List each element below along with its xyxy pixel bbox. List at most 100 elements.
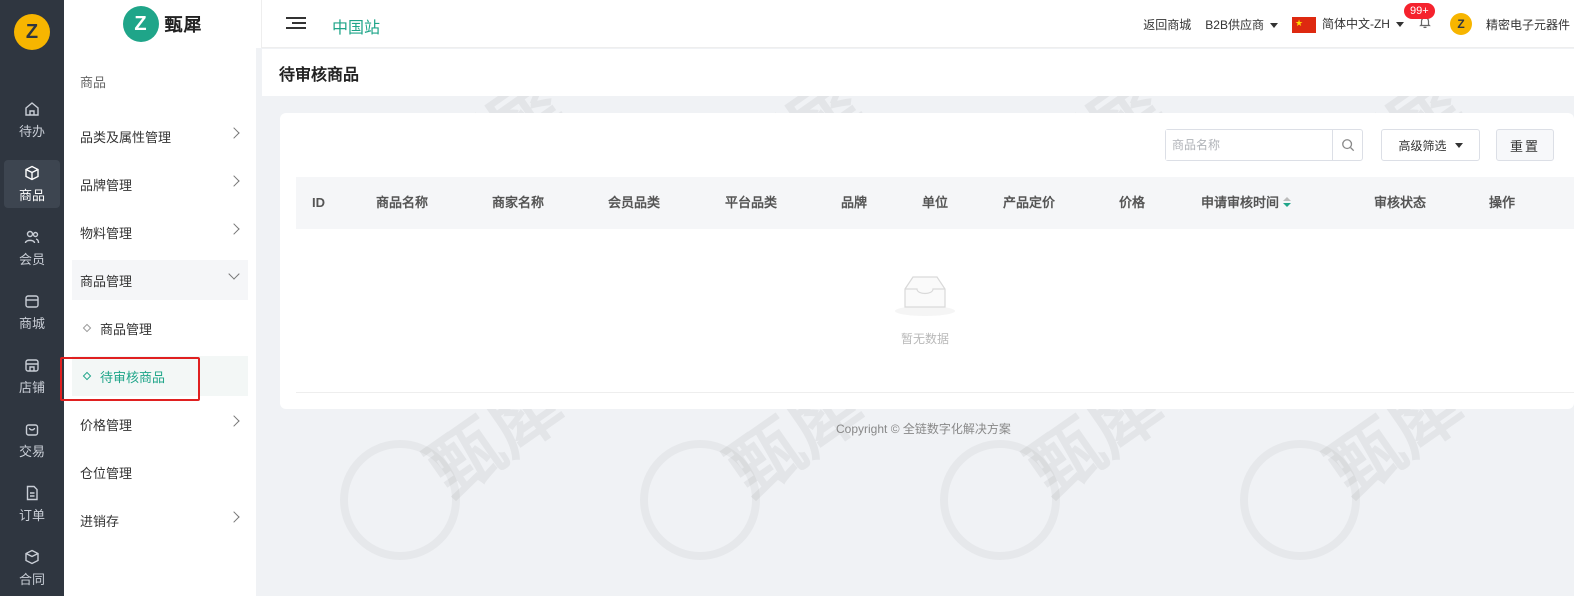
- column-header-apply-time[interactable]: 申请审核时间: [1201, 177, 1292, 229]
- brand-name: 甄犀: [164, 15, 203, 35]
- site-name[interactable]: 中国站: [332, 14, 380, 38]
- menu-item-label: 商品管理: [80, 273, 133, 289]
- role-selector[interactable]: B2B供应商: [1205, 16, 1278, 33]
- submenu-item-goods-management[interactable]: 商品管理: [72, 308, 248, 348]
- page-title: 待审核商品: [262, 49, 1574, 96]
- rail-item-label: 待办: [18, 123, 45, 139]
- advanced-filter-button[interactable]: 高级筛选: [1381, 129, 1480, 161]
- column-header-list-price: 产品定价: [1003, 195, 1056, 210]
- column-header-id: ID: [312, 195, 325, 210]
- app-logo[interactable]: Z: [14, 14, 50, 50]
- language-label: 简体中文-ZH: [1321, 17, 1390, 32]
- sort-icon: [1283, 196, 1292, 209]
- table-divider: [296, 392, 1574, 393]
- contract-icon: [25, 549, 39, 564]
- menu-item-inventory[interactable]: 进销存: [72, 500, 248, 540]
- china-flag-icon: [1291, 16, 1316, 33]
- rail-item-shop[interactable]: 店铺: [4, 352, 60, 400]
- language-selector[interactable]: 简体中文-ZH: [1291, 15, 1404, 33]
- search-input[interactable]: [1166, 130, 1332, 160]
- menu-item-material[interactable]: 物料管理: [72, 212, 248, 252]
- users-icon: [24, 230, 40, 243]
- rail-item-label: 合同: [18, 571, 45, 587]
- empty-text: 暂无数据: [900, 332, 949, 346]
- search-button[interactable]: [1332, 130, 1362, 160]
- menu-item-label: 价格管理: [80, 417, 133, 433]
- cube-icon: [25, 165, 39, 180]
- empty-state: 暂无数据: [880, 273, 970, 347]
- rail-item-todo[interactable]: 待办: [4, 96, 60, 144]
- secondary-menu: 商品 品类及属性管理 品牌管理 物料管理 商品管理 商品管理 待审核商品 价格管…: [64, 48, 262, 596]
- column-header-brand: 品牌: [841, 195, 868, 210]
- column-header-actions: 操作: [1489, 195, 1516, 210]
- rail-item-goods[interactable]: 商品: [4, 160, 60, 208]
- menu-toggle-icon[interactable]: [286, 14, 306, 34]
- caret-down-icon: [1454, 142, 1463, 148]
- notification-button[interactable]: 99+: [1403, 3, 1436, 33]
- shop-icon: [25, 358, 39, 372]
- chevron-right-icon: [228, 127, 240, 139]
- brand-logo[interactable]: Z: [122, 6, 159, 42]
- menu-item-label: 物料管理: [80, 225, 133, 241]
- watermark-circle: [340, 440, 460, 560]
- menu-item-label: 品牌管理: [80, 177, 133, 193]
- top-header: 中国站 返回商城 B2B供应商 简体中文-ZH 99+ Z 精密电子元器件: [262, 0, 1574, 48]
- bag-icon: [25, 423, 39, 436]
- submenu-item-label: 商品管理: [100, 321, 153, 337]
- column-header-unit: 单位: [922, 195, 949, 210]
- rail-item-label: 商品: [18, 187, 45, 203]
- rail-item-contracts[interactable]: 合同: [4, 544, 60, 592]
- column-header-review-status: 审核状态: [1374, 195, 1427, 210]
- caret-down-icon: [1395, 22, 1404, 28]
- rail-item-label: 订单: [18, 507, 45, 523]
- rail-item-label: 商城: [18, 315, 45, 331]
- user-name[interactable]: 精密电子元器件: [1486, 16, 1570, 33]
- caret-down-icon: [1269, 22, 1278, 28]
- watermark-circle: [640, 440, 760, 560]
- menu-item-price[interactable]: 价格管理: [72, 404, 248, 444]
- empty-inbox-icon: [895, 276, 955, 316]
- watermark-circle: [940, 440, 1060, 560]
- submenu-item-pending-review[interactable]: 待审核商品: [72, 356, 248, 396]
- chevron-right-icon: [228, 175, 240, 187]
- menu-item-warehouse[interactable]: 仓位管理: [72, 452, 248, 492]
- back-to-mall-link[interactable]: 返回商城: [1143, 16, 1191, 33]
- menu-item-label: 品类及属性管理: [80, 129, 172, 145]
- menu-item-goods-management[interactable]: 商品管理: [72, 260, 248, 300]
- chevron-right-icon: [228, 511, 240, 523]
- chevron-right-icon: [228, 223, 240, 235]
- brand-header: Z 甄犀: [64, 0, 262, 48]
- column-header-platform-category: 平台品类: [725, 195, 778, 210]
- rail-item-mall[interactable]: 商城: [4, 288, 60, 336]
- menu-item-brand[interactable]: 品牌管理: [72, 164, 248, 204]
- search-icon: [1341, 139, 1354, 152]
- document-icon: [26, 485, 38, 500]
- home-icon: [25, 101, 39, 116]
- header-actions: 返回商城 B2B供应商 简体中文-ZH 99+ Z 精密电子元器件: [1143, 0, 1574, 48]
- store-icon: [25, 294, 39, 308]
- advanced-filter-label: 高级筛选: [1398, 138, 1447, 153]
- notification-badge: 99+: [1403, 3, 1435, 19]
- rail-item-label: 店铺: [18, 379, 45, 395]
- role-label: B2B供应商: [1205, 17, 1264, 32]
- column-header-apply-time-label: 申请审核时间: [1201, 195, 1280, 210]
- column-header-price: 价格: [1119, 195, 1146, 210]
- diamond-icon: [82, 323, 92, 333]
- rail-item-trade[interactable]: 交易: [4, 416, 60, 464]
- content-card: 高级筛选 重置 ID 商品名称 商家名称 会员品类 平台品类 品牌 单位 产品定…: [280, 113, 1574, 409]
- column-header-product-name: 商品名称: [376, 195, 429, 210]
- chevron-right-icon: [228, 415, 240, 427]
- chevron-down-icon: [228, 268, 240, 280]
- menu-item-label: 进销存: [80, 513, 120, 529]
- avatar[interactable]: Z: [1449, 13, 1472, 35]
- diamond-icon: [82, 371, 92, 381]
- menu-item-category-attributes[interactable]: 品类及属性管理: [72, 116, 248, 156]
- reset-button[interactable]: 重置: [1496, 129, 1554, 161]
- rail-item-label: 交易: [18, 443, 45, 459]
- app-rail: Z 待办 商品 会员 商城 店铺 交易 订单 合同: [0, 0, 64, 596]
- rail-item-label: 会员: [18, 251, 45, 267]
- menu-item-label: 仓位管理: [80, 465, 133, 481]
- rail-item-orders[interactable]: 订单: [4, 480, 60, 528]
- rail-item-members[interactable]: 会员: [4, 224, 60, 272]
- submenu-item-label: 待审核商品: [100, 369, 166, 385]
